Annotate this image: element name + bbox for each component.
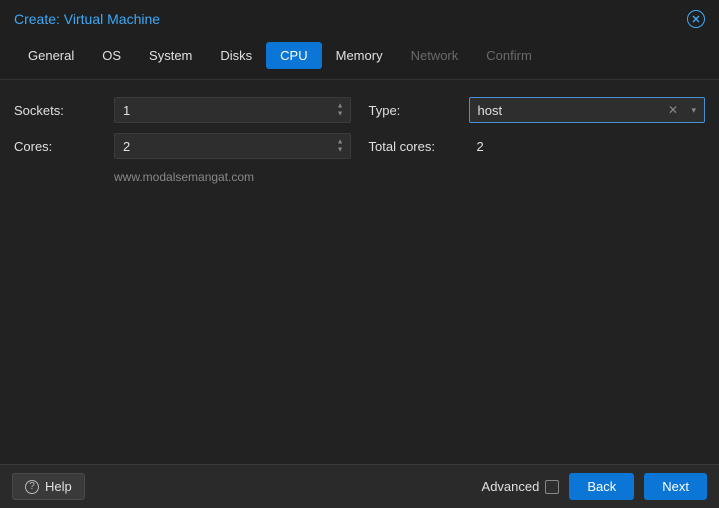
spinner-arrows-icon[interactable]: ▲▼ [337, 139, 344, 154]
spinner-arrows-icon[interactable]: ▲▼ [337, 103, 344, 118]
cores-label: Cores: [14, 139, 114, 154]
help-button[interactable]: ? Help [12, 473, 85, 500]
help-label: Help [45, 479, 72, 494]
window-title: Create: Virtual Machine [14, 11, 160, 27]
tab-cpu[interactable]: CPU [266, 42, 321, 69]
cores-value: 2 [123, 139, 130, 154]
sockets-input[interactable]: 1 ▲▼ [114, 97, 351, 123]
chevron-down-icon[interactable]: ▾ [691, 105, 696, 116]
help-icon: ? [25, 480, 39, 494]
clear-icon[interactable]: ✕ [668, 103, 678, 117]
sockets-row: Sockets: 1 ▲▼ [14, 96, 351, 124]
back-button[interactable]: Back [569, 473, 634, 500]
advanced-checkbox[interactable] [545, 480, 559, 494]
form-body: Sockets: 1 ▲▼ Cores: 2 ▲▼ www.modalseman… [0, 80, 719, 464]
tab-network: Network [397, 42, 473, 69]
type-value: host [478, 103, 503, 118]
tab-confirm: Confirm [472, 42, 546, 69]
tab-system[interactable]: System [135, 42, 206, 69]
wizard-tabs: General OS System Disks CPU Memory Netwo… [0, 36, 719, 80]
tab-os[interactable]: OS [88, 42, 135, 69]
tab-disks[interactable]: Disks [206, 42, 266, 69]
titlebar: Create: Virtual Machine [0, 0, 719, 36]
type-combo[interactable]: host ✕ ▾ [469, 97, 706, 123]
advanced-label: Advanced [482, 479, 540, 494]
totalcores-row: Total cores: 2 [369, 132, 706, 160]
sockets-value: 1 [123, 103, 130, 118]
type-row: Type: host ✕ ▾ [369, 96, 706, 124]
right-column: Type: host ✕ ▾ Total cores: 2 [369, 96, 706, 464]
advanced-toggle: Advanced [482, 479, 560, 494]
cores-input[interactable]: 2 ▲▼ [114, 133, 351, 159]
type-label: Type: [369, 103, 469, 118]
cores-row: Cores: 2 ▲▼ [14, 132, 351, 160]
left-column: Sockets: 1 ▲▼ Cores: 2 ▲▼ www.modalseman… [14, 96, 351, 464]
totalcores-value: 2 [469, 139, 706, 154]
close-icon[interactable] [687, 10, 705, 28]
watermark-text: www.modalsemangat.com [14, 170, 351, 184]
sockets-label: Sockets: [14, 103, 114, 118]
tab-general[interactable]: General [14, 42, 88, 69]
next-button[interactable]: Next [644, 473, 707, 500]
tab-memory[interactable]: Memory [322, 42, 397, 69]
footer: ? Help Advanced Back Next [0, 464, 719, 508]
totalcores-label: Total cores: [369, 139, 469, 154]
